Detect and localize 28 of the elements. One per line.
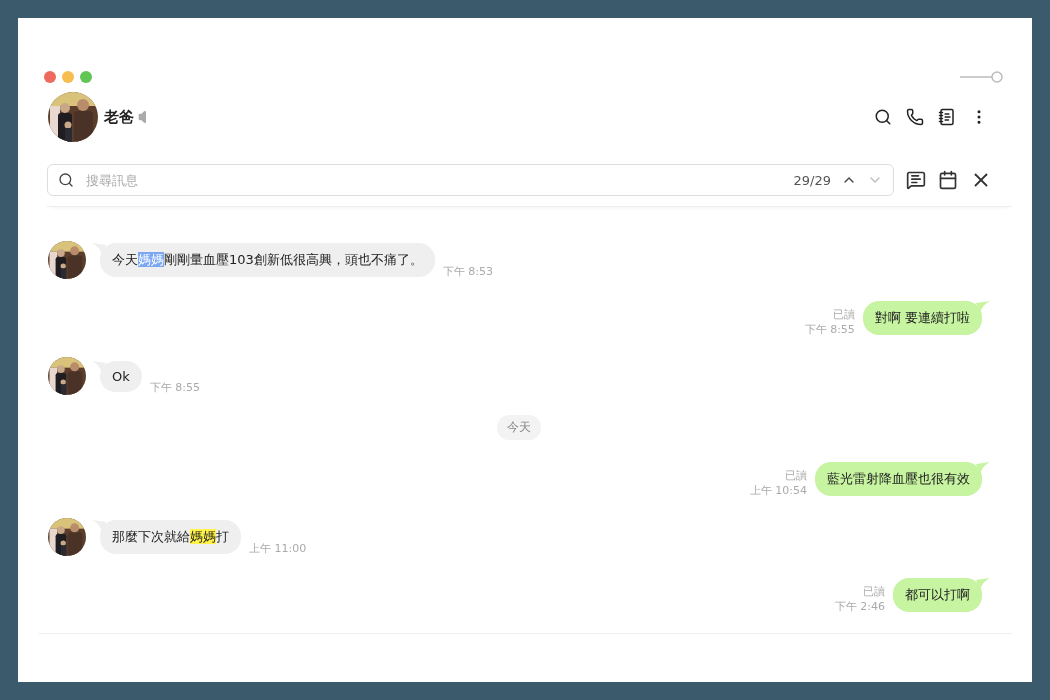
read-receipt: 已讀 (863, 584, 885, 599)
message-time: 下午 8:53 (442, 264, 494, 279)
search-highlight: 媽媽 (190, 529, 216, 544)
message-time: 下午 2:46 (834, 599, 885, 614)
chat-name: 老爸 (104, 107, 134, 127)
calendar-icon[interactable] (938, 170, 958, 190)
search-icon (58, 172, 74, 188)
message-time: 上午 10:54 (749, 483, 807, 498)
message-time: 上午 11:00 (249, 541, 307, 556)
phone-icon[interactable] (906, 108, 924, 126)
result-count: 29/29 (793, 172, 831, 188)
note-icon[interactable] (938, 108, 956, 126)
date-divider: 今天 (497, 415, 541, 440)
close-dot[interactable] (44, 71, 56, 83)
minimize-dot[interactable] (62, 71, 74, 83)
message-time: 下午 8:55 (804, 322, 855, 337)
search-bar[interactable]: 搜尋訊息 29/29 (47, 164, 894, 196)
read-receipt: 已讀 (785, 468, 807, 483)
search-highlight: 媽媽 (138, 252, 164, 267)
chat-icon[interactable] (906, 170, 926, 190)
maximize-dot[interactable] (80, 71, 92, 83)
bubble-tail (976, 462, 990, 474)
bubble-tail (976, 301, 990, 313)
search-icon[interactable] (874, 108, 892, 126)
message-time: 下午 8:55 (149, 380, 200, 395)
read-receipt: 已讀 (832, 307, 855, 322)
bubble-tail (976, 578, 990, 590)
slider-icon[interactable] (960, 70, 1004, 84)
